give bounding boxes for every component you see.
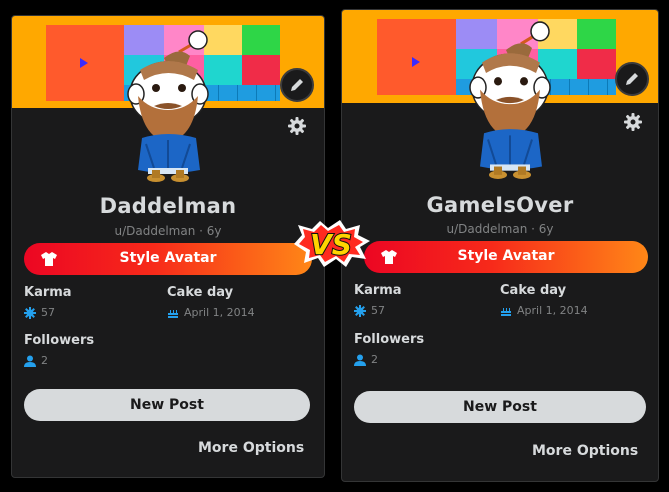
cakeday-value: April 1, 2014 bbox=[184, 306, 255, 319]
gear-icon bbox=[288, 117, 306, 135]
display-name: Daddelman bbox=[99, 194, 237, 218]
followers-stat: Followers 2 bbox=[24, 333, 94, 367]
new-post-button[interactable]: New Post bbox=[354, 391, 646, 423]
user-icon bbox=[354, 354, 366, 366]
avatar bbox=[124, 30, 214, 182]
more-options-link[interactable]: More Options bbox=[198, 440, 304, 456]
style-avatar-label: Style Avatar bbox=[457, 248, 555, 264]
karma-icon bbox=[24, 306, 36, 319]
username-line: u/Daddelman · 6y bbox=[114, 224, 222, 238]
karma-icon bbox=[354, 304, 366, 317]
edit-avatar-button[interactable] bbox=[615, 62, 649, 96]
karma-label: Karma bbox=[354, 283, 402, 298]
display-name: GameIsOver bbox=[426, 193, 574, 217]
cake-icon bbox=[501, 307, 511, 316]
style-avatar-button[interactable]: Style Avatar bbox=[24, 243, 312, 275]
cakeday-value: April 1, 2014 bbox=[517, 304, 588, 317]
cakeday-stat: Cake day April 1, 2014 bbox=[167, 285, 255, 319]
cakeday-label: Cake day bbox=[500, 283, 567, 298]
edit-avatar-button[interactable] bbox=[280, 68, 314, 102]
pencil-icon bbox=[626, 73, 638, 85]
pencil-icon bbox=[291, 79, 303, 91]
settings-button[interactable] bbox=[622, 111, 644, 133]
profile-card-right: GameIsOver u/Daddelman · 6y Style Avatar… bbox=[341, 9, 659, 482]
play-icon bbox=[80, 58, 88, 68]
style-avatar-label: Style Avatar bbox=[119, 250, 217, 266]
karma-label: Karma bbox=[24, 285, 72, 300]
karma-stat: Karma 57 bbox=[354, 283, 402, 317]
followers-stat: Followers 2 bbox=[354, 332, 424, 366]
profile-card-left: Daddelman u/Daddelman · 6y Style Avatar … bbox=[11, 15, 325, 478]
karma-stat: Karma 57 bbox=[24, 285, 72, 319]
vs-badge: VS bbox=[290, 219, 372, 269]
cakeday-label: Cake day bbox=[167, 285, 234, 300]
vs-text: VS bbox=[310, 228, 352, 261]
user-icon bbox=[24, 355, 36, 367]
vs-burst-icon: VS bbox=[294, 220, 370, 267]
settings-button[interactable] bbox=[286, 115, 308, 137]
avatar bbox=[466, 21, 556, 179]
followers-value: 2 bbox=[41, 354, 48, 367]
cake-icon bbox=[168, 309, 178, 318]
karma-value: 57 bbox=[41, 306, 55, 319]
gear-icon bbox=[624, 113, 642, 131]
followers-value: 2 bbox=[371, 353, 378, 366]
username-line: u/Daddelman · 6y bbox=[446, 222, 554, 236]
followers-label: Followers bbox=[354, 332, 425, 347]
followers-label: Followers bbox=[24, 333, 95, 348]
style-avatar-button[interactable]: Style Avatar bbox=[364, 241, 648, 273]
play-icon bbox=[412, 57, 420, 67]
cakeday-stat: Cake day April 1, 2014 bbox=[500, 283, 588, 317]
new-post-button[interactable]: New Post bbox=[24, 389, 310, 421]
more-options-link[interactable]: More Options bbox=[532, 443, 638, 459]
karma-value: 57 bbox=[371, 304, 385, 317]
